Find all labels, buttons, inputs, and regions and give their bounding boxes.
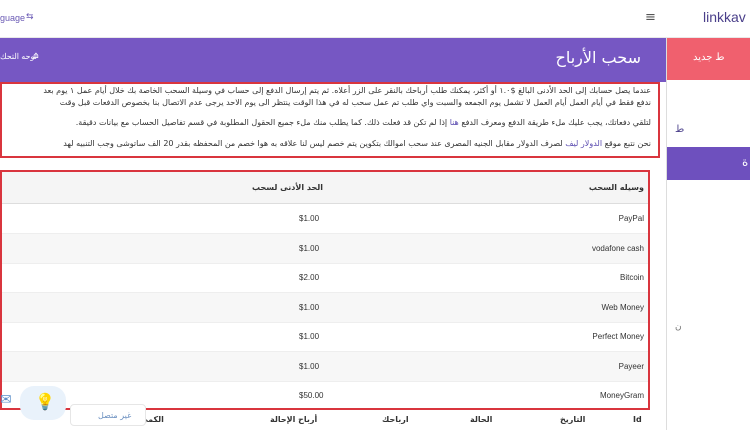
chat-offline-label: غير متصل xyxy=(98,411,132,420)
lightbulb-icon: 💡 xyxy=(35,392,55,411)
notice-line-3: لتلقي دفعاتك، يجب عليك ملء طريقة الدفع و… xyxy=(76,118,651,127)
notice-line-1: عندما يصل حسابك إلى الحد الأدنى البالغ $… xyxy=(43,86,651,95)
withdraw-notice: عندما يصل حسابك إلى الحد الأدنى البالغ $… xyxy=(0,82,660,158)
home-icon: ⌂ xyxy=(33,51,39,61)
header-status: الحالة xyxy=(470,415,493,424)
header-date: التاريخ xyxy=(560,415,586,424)
dashboard-link[interactable]: لوحه التحك xyxy=(0,52,37,61)
min-amount: $1.00 xyxy=(299,361,320,371)
method-name: Bitcoin xyxy=(619,273,644,282)
table-header-row: وسيله السحب الحد الأدنى لسحب xyxy=(2,172,648,204)
dollar-rate-link[interactable]: الدولار ليف xyxy=(565,139,602,148)
method-name: Perfect Money xyxy=(592,332,644,341)
sidebar-menu-label[interactable]: ن xyxy=(675,322,682,332)
min-amount: $1.00 xyxy=(299,332,320,341)
header-method: وسيله السحب xyxy=(588,183,644,192)
sidebar-menu: ن xyxy=(667,180,750,430)
min-amount: $1.00 xyxy=(299,302,320,312)
hamburger-icon[interactable]: ≡ xyxy=(645,10,656,25)
notice-line-2: ندفع فقط في أيام العمل أيام العمل لا تشم… xyxy=(59,98,651,107)
min-amount: $50.00 xyxy=(299,391,324,400)
notice-line-3-start: لتلقي دفعاتك، يجب عليك ملء طريقة الدفع و… xyxy=(461,118,651,127)
notice-line-3-end: إذا لم تكن قد فعلت ذلك. كما يطلب منك ملء… xyxy=(75,118,448,127)
top-navbar: guage ⇆ ≡ linkkav xyxy=(0,0,750,38)
min-amount: $2.00 xyxy=(299,273,320,282)
table-row: Web Money $1.00 xyxy=(2,292,648,323)
method-name: vodafone cash xyxy=(591,243,644,253)
notice-line-4-start: نحن نتبع موقع xyxy=(604,139,651,148)
sidebar-new-link-label: ط جديد xyxy=(693,52,725,63)
page-title: سحب الأرباح xyxy=(555,48,641,67)
header-referral-earnings: أرباح الإحالة xyxy=(270,415,318,424)
sidebar-new-link-button[interactable]: ط جديد xyxy=(667,38,750,80)
min-amount: $1.00 xyxy=(299,243,320,253)
sidebar-item[interactable]: ط xyxy=(667,80,750,150)
method-name: MoneyGram xyxy=(599,391,644,400)
sidebar-item-label: ط xyxy=(675,124,685,135)
sidebar-active-label: ة xyxy=(742,155,749,169)
notice-line-4-end: لصرف الدولار مقابل الجنيه المصرى عند سحب… xyxy=(63,139,563,148)
chat-icon[interactable]: ✉ xyxy=(0,392,12,408)
method-name: Web Money xyxy=(601,302,644,312)
table-row: Perfect Money $1.00 xyxy=(2,322,648,352)
min-amount: $1.00 xyxy=(299,214,320,223)
header-id: Id xyxy=(633,415,642,424)
header-earnings: ارباحك xyxy=(382,415,409,424)
page-header: لوحه التحك ⌂ سحب الأرباح xyxy=(0,38,666,82)
translate-icon[interactable]: ⇆ xyxy=(26,12,34,22)
table-row: Bitcoin $2.00 xyxy=(2,263,648,293)
header-min-amount: الحد الأدنى لسحب xyxy=(252,183,323,192)
table-row: PayPal $1.00 xyxy=(2,204,648,234)
sidebar-item-active[interactable]: ة xyxy=(667,147,750,180)
brand-logo[interactable]: linkkav xyxy=(703,9,746,25)
table-row: vodafone cash $1.00 xyxy=(2,233,648,264)
notice-line-4: نحن نتبع موقع الدولار ليف لصرف الدولار م… xyxy=(63,139,651,148)
language-selector[interactable]: guage xyxy=(0,13,25,23)
help-widget[interactable]: 💡 xyxy=(20,386,66,420)
table-row: Payeer $1.00 xyxy=(2,351,648,382)
method-name: Payeer xyxy=(618,361,644,371)
withdraw-methods-table: وسيله السحب الحد الأدنى لسحب PayPal $1.00… xyxy=(0,170,650,410)
method-name: PayPal xyxy=(618,214,644,223)
payment-settings-link[interactable]: هنا xyxy=(450,118,459,127)
